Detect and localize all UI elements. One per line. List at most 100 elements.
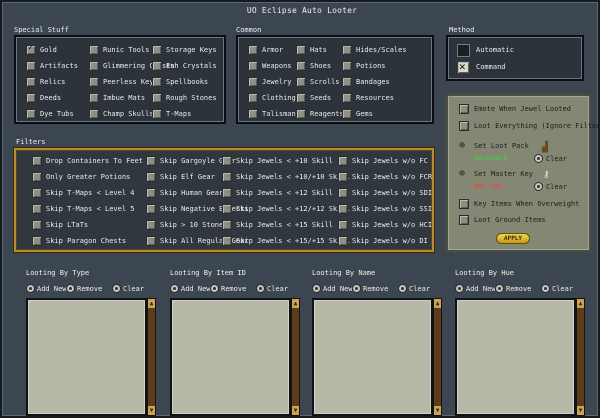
loot-everything-checkbox[interactable] (459, 121, 469, 131)
scroll-up-icon[interactable]: ▲ (434, 299, 441, 308)
looting-by-name-remove-radio[interactable] (352, 284, 361, 293)
filter-skip-t-maps-level-5-checkbox[interactable] (32, 204, 42, 214)
clear-master-key-radio[interactable] (534, 182, 543, 191)
talisman-checkbox[interactable] (248, 109, 258, 119)
filter-skip-jewels-10-10-skill-checkbox[interactable] (222, 172, 232, 182)
armor-checkbox[interactable] (248, 45, 258, 55)
looting-by-name-clear-radio[interactable] (398, 284, 407, 293)
scroll-up-icon[interactable]: ▲ (292, 299, 299, 308)
rough-stones-checkbox[interactable] (152, 93, 162, 103)
looting-by-name-listbox[interactable] (312, 298, 433, 416)
runic-tools-checkbox[interactable] (89, 45, 99, 55)
gold-checkbox[interactable] (26, 43, 36, 55)
looting-by-item-id-remove-radio[interactable] (210, 284, 219, 293)
filter-only-greater-potions-checkbox[interactable] (32, 172, 42, 182)
emote-checkbox[interactable] (459, 104, 469, 114)
filter-skip-jewels-15-skill-checkbox[interactable] (222, 220, 232, 230)
filter-skip-jewels-15-15-skill-checkbox[interactable] (222, 236, 232, 246)
potions-checkbox[interactable] (342, 61, 352, 71)
scroll-down-icon[interactable]: ▼ (148, 406, 155, 415)
scroll-down-icon[interactable]: ▼ (292, 406, 299, 415)
looting-by-hue-add-radio[interactable] (455, 284, 464, 293)
looting-by-type-clear-radio[interactable] (112, 284, 121, 293)
looting-by-item-id-add-radio[interactable] (170, 284, 179, 293)
artifacts-checkbox[interactable] (26, 61, 36, 71)
clear-loot-pack-radio[interactable] (534, 154, 543, 163)
looting-by-item-id-clear-radio[interactable] (256, 284, 265, 293)
looting-by-hue-title: Looting By Hue (455, 269, 515, 277)
dye-tubs-checkbox[interactable] (26, 109, 36, 119)
looting-by-name-add-radio[interactable] (312, 284, 321, 293)
storage-keys-checkbox[interactable] (152, 45, 162, 55)
filter-skip-ltats-label: Skip LTaTs (46, 221, 89, 229)
seeds-checkbox[interactable] (296, 93, 306, 103)
filter-skip-jewels-w-o-hci-checkbox[interactable] (338, 220, 348, 230)
filter-skip-jewels-w-o-fc-checkbox[interactable] (338, 156, 348, 166)
reagents-checkbox[interactable] (296, 109, 306, 119)
looting-by-name-scrollbar[interactable]: ▲ ▼ (433, 298, 442, 416)
hides-scales-checkbox[interactable] (342, 45, 352, 55)
filter-skip-jewels-12-skill-checkbox[interactable] (222, 188, 232, 198)
filter-skip-t-maps-level-4-checkbox[interactable] (32, 188, 42, 198)
looting-by-type-listbox[interactable] (26, 298, 147, 416)
filter-drop-containers-to-feet-checkbox[interactable] (32, 156, 42, 166)
filter-skip-jewels-12-12-skill-checkbox[interactable] (222, 204, 232, 214)
looting-by-hue-remove-radio[interactable] (495, 284, 504, 293)
apply-button[interactable]: APPLY (496, 233, 530, 244)
filter-skip-jewels-w-o-di-checkbox[interactable] (338, 236, 348, 246)
resources-checkbox[interactable] (342, 93, 352, 103)
looting-by-hue-clear-radio[interactable] (541, 284, 550, 293)
scroll-up-icon[interactable]: ▲ (148, 299, 155, 308)
target-icon[interactable]: ⊕ (459, 140, 471, 152)
clothing-checkbox[interactable] (248, 93, 258, 103)
loot-ground-checkbox[interactable] (459, 215, 469, 225)
scrolls-checkbox[interactable] (296, 77, 306, 87)
spellbooks-checkbox[interactable] (152, 77, 162, 87)
runic-tools-label: Runic Tools (103, 46, 150, 54)
t-maps-checkbox[interactable] (152, 109, 162, 119)
weapons-checkbox[interactable] (248, 61, 258, 71)
looting-by-hue-scrollbar[interactable]: ▲ ▼ (576, 298, 585, 416)
emote-label: Emote When Jewel Looted (474, 105, 571, 113)
imbue-mats-checkbox[interactable] (89, 93, 99, 103)
hats-checkbox[interactable] (296, 45, 306, 55)
filter-skip-jewels-w-o-fcr-checkbox[interactable] (338, 172, 348, 182)
key-items-checkbox[interactable] (459, 199, 469, 209)
bandages-checkbox[interactable] (342, 77, 352, 87)
filter-skip-ltats-checkbox[interactable] (32, 220, 42, 230)
glimmering-chests-checkbox[interactable] (89, 61, 99, 71)
jewelry-checkbox[interactable] (248, 77, 258, 87)
looting-by-item-id-listbox[interactable] (170, 298, 291, 416)
filter-skip-human-gear-checkbox[interactable] (146, 188, 156, 198)
set-master-key-label: Set Master Key (474, 170, 534, 178)
filter-skip-negative-effects-checkbox[interactable] (146, 204, 156, 214)
looting-by-type-add-radio[interactable] (26, 284, 35, 293)
peerless-keys-checkbox[interactable] (89, 77, 99, 87)
clear-master-key-label: Clear (546, 183, 568, 191)
looting-by-hue-listbox[interactable] (455, 298, 576, 416)
filter-skip-jewels-10-skill-checkbox[interactable] (222, 156, 232, 166)
filter-skip-all-regular-gear-checkbox[interactable] (146, 236, 156, 246)
filter-skip-jewels-w-o-ssi-checkbox[interactable] (338, 204, 348, 214)
looting-by-type-remove-radio[interactable] (66, 284, 75, 293)
shoes-checkbox[interactable] (296, 61, 306, 71)
looting-by-item-id-scrollbar[interactable]: ▲ ▼ (291, 298, 300, 416)
filter-skip-10-stones-checkbox[interactable] (146, 220, 156, 230)
filter-skip-jewels-w-o-sdi-checkbox[interactable] (338, 188, 348, 198)
command-checkbox[interactable] (457, 60, 470, 74)
enh-crystals-checkbox[interactable] (152, 61, 162, 71)
filter-skip-paragon-chests-checkbox[interactable] (32, 236, 42, 246)
gems-checkbox[interactable] (342, 109, 352, 119)
filter-skip-elf-gear-checkbox[interactable] (146, 172, 156, 182)
relics-checkbox[interactable] (26, 77, 36, 87)
champ-skulls-checkbox[interactable] (89, 109, 99, 119)
scroll-up-icon[interactable]: ▲ (577, 299, 584, 308)
scroll-down-icon[interactable]: ▼ (434, 406, 441, 415)
deeds-checkbox[interactable] (26, 93, 36, 103)
looting-by-type-scrollbar[interactable]: ▲ ▼ (147, 298, 156, 416)
target-icon[interactable]: ⊕ (459, 168, 471, 180)
scroll-down-icon[interactable]: ▼ (577, 406, 584, 415)
automatic-checkbox[interactable] (457, 44, 470, 57)
resources-label: Resources (356, 94, 394, 102)
filter-skip-gargoyle-gear-checkbox[interactable] (146, 156, 156, 166)
